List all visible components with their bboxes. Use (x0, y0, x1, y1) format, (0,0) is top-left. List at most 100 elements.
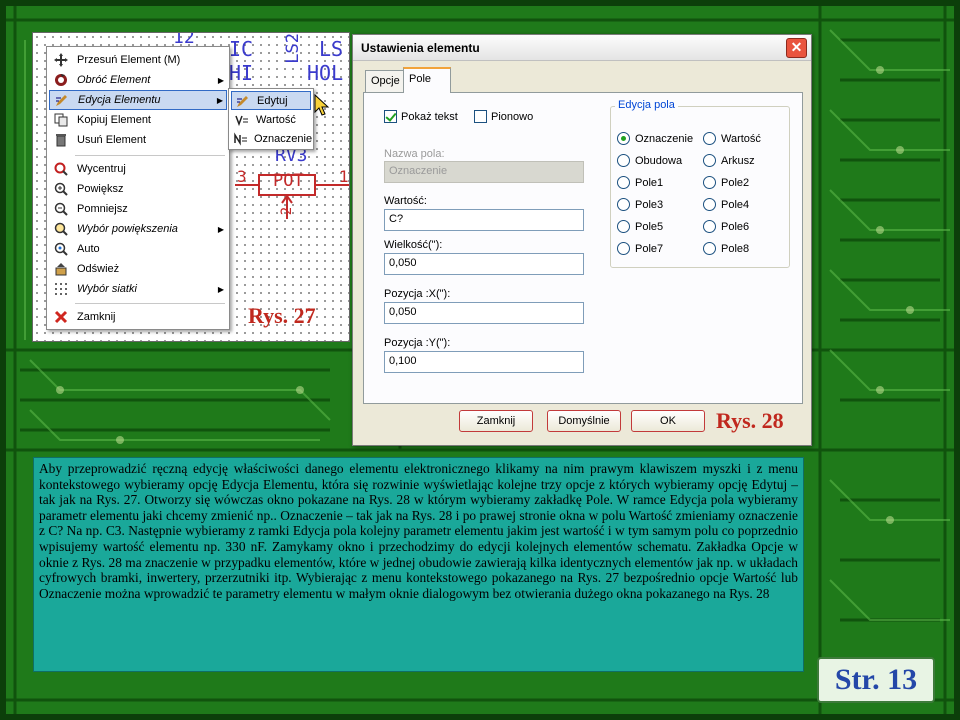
field-name-input: Oznaczenie (384, 161, 584, 183)
radio-label: Pole1 (635, 176, 664, 189)
schematic-label: IC (229, 37, 254, 61)
radio-package[interactable]: Obudowa (617, 154, 682, 167)
rotate-icon (53, 72, 69, 88)
menu-item-copy[interactable]: Kopiuj Element (49, 110, 227, 130)
menu-item-zoom-in[interactable]: Powiększ (49, 179, 227, 199)
close-x-icon (53, 309, 69, 325)
menu-item-label: Wycentruj (77, 163, 126, 175)
menu-item-auto[interactable]: Auto (49, 239, 227, 259)
radio-reference[interactable]: Oznaczenie (617, 132, 693, 145)
radio-label: Pole7 (635, 242, 664, 255)
position-x-input[interactable]: 0,050 (384, 302, 584, 324)
menu-item-label: Odśwież (77, 263, 120, 275)
figure-label-27: Rys. 27 (248, 303, 316, 328)
menu-item-delete[interactable]: Usuń Element (49, 130, 227, 150)
radio-button[interactable] (703, 220, 716, 233)
default-button[interactable]: Domyślnie (547, 410, 621, 432)
submenu-arrow-icon: ▶ (217, 284, 225, 294)
menu-item-rotate[interactable]: Obróć Element ▶ (49, 70, 227, 90)
edit-element-icon (54, 92, 70, 108)
refresh-icon (53, 261, 69, 277)
dialog-titlebar[interactable]: Ustawienia elementu ✕ (353, 35, 811, 61)
copy-icon (53, 112, 69, 128)
center-icon (53, 161, 69, 177)
menu-item-label: Wybór powiększenia (77, 223, 178, 235)
radio-field4[interactable]: Pole4 (703, 198, 749, 211)
radio-button[interactable] (617, 242, 630, 255)
position-y-input[interactable]: 0,100 (384, 351, 584, 373)
radio-button[interactable] (703, 176, 716, 189)
radio-field3[interactable]: Pole3 (617, 198, 663, 211)
menu-item-center[interactable]: Wycentruj (49, 159, 227, 179)
menu-item-zoom-select[interactable]: Wybór powiększenia ▶ (49, 219, 227, 239)
radio-button[interactable] (703, 132, 716, 145)
radio-sheet[interactable]: Arkusz (703, 154, 755, 167)
tab-options[interactable]: Opcje (365, 70, 406, 92)
menu-item-edit-element[interactable]: Edycja Elementu ▶ (49, 90, 227, 110)
menu-item-label: Obróć Element (77, 74, 151, 86)
menu-item-move[interactable]: Przesuń Element (M) (49, 50, 227, 70)
field-name-label: Nazwa pola: (384, 148, 445, 160)
radio-button[interactable] (617, 220, 630, 233)
menu-item-grid[interactable]: Wybór siatki ▶ (49, 279, 227, 299)
radio-field5[interactable]: Pole5 (617, 220, 663, 233)
radio-field2[interactable]: Pole2 (703, 176, 749, 189)
radio-field1[interactable]: Pole1 (617, 176, 663, 189)
description-text: Aby przeprowadzić ręczną edycję właściwo… (39, 461, 798, 601)
submenu-item-edit[interactable]: Edytuj (231, 91, 311, 110)
value-input[interactable]: C? (384, 209, 584, 231)
radio-label: Oznaczenie (635, 132, 694, 145)
radio-button[interactable] (703, 198, 716, 211)
radio-button[interactable] (617, 198, 630, 211)
radio-label: Obudowa (635, 154, 683, 167)
menu-item-close[interactable]: Zamknij (49, 307, 227, 327)
checkbox-vertical[interactable]: Pionowo (474, 110, 533, 123)
radio-label: Pole4 (721, 198, 750, 211)
radio-button[interactable] (617, 154, 630, 167)
groupbox-title: Edycja pola (615, 99, 678, 111)
menu-item-label: Zamknij (77, 311, 116, 323)
size-label: Wielkość("): (384, 239, 443, 251)
position-y-label: Pozycja :Y("): (384, 337, 451, 349)
close-button[interactable]: Zamknij (459, 410, 533, 432)
close-icon[interactable]: ✕ (786, 38, 807, 58)
submenu-item-value[interactable]: Wartość (231, 110, 311, 129)
radio-label: Pole3 (635, 198, 664, 211)
figure-label-28: Rys. 28 (716, 408, 784, 433)
size-input[interactable]: 0,050 (384, 253, 584, 275)
radio-field7[interactable]: Pole7 (617, 242, 663, 255)
menu-item-label: Kopiuj Element (77, 114, 151, 126)
menu-item-refresh[interactable]: Odśwież (49, 259, 227, 279)
grid-icon (53, 281, 69, 297)
radio-button[interactable] (703, 154, 716, 167)
mouse-cursor-icon (314, 94, 330, 116)
radio-button[interactable] (617, 132, 630, 145)
radio-field6[interactable]: Pole6 (703, 220, 749, 233)
menu-item-label: Edycja Elementu (78, 94, 161, 106)
radio-button[interactable] (703, 242, 716, 255)
tab-panel-field: Pokaż tekst Pionowo Nazwa pola: Oznaczen… (363, 92, 803, 404)
tab-field[interactable]: Pole (403, 67, 451, 93)
menu-item-label: Powiększ (77, 183, 124, 195)
submenu-arrow-icon: ▶ (216, 95, 224, 105)
edit-icon (235, 93, 251, 109)
ok-button[interactable]: OK (631, 410, 705, 432)
radio-field8[interactable]: Pole8 (703, 242, 749, 255)
menu-item-label: Wybór siatki (77, 283, 137, 295)
submenu-item-label: Edytuj (257, 94, 288, 107)
checkbox-box[interactable] (474, 110, 487, 123)
checkbox-show-text[interactable]: Pokaż tekst (384, 110, 458, 123)
delete-icon (53, 132, 69, 148)
radio-label: Pole2 (721, 176, 750, 189)
submenu-item-label: Wartość (256, 113, 296, 126)
edit-submenu: Edytuj Wartość Oznaczenie (228, 88, 314, 150)
submenu-item-reference[interactable]: Oznaczenie (231, 129, 312, 148)
checkbox-box[interactable] (384, 110, 397, 123)
menu-item-zoom-out[interactable]: Pomniejsz (49, 199, 227, 219)
radio-button[interactable] (617, 176, 630, 189)
radio-value[interactable]: Wartość (703, 132, 761, 145)
checkbox-label: Pionowo (491, 110, 534, 123)
menu-separator (75, 155, 225, 156)
value-icon (234, 112, 250, 128)
menu-item-label: Auto (77, 243, 100, 255)
